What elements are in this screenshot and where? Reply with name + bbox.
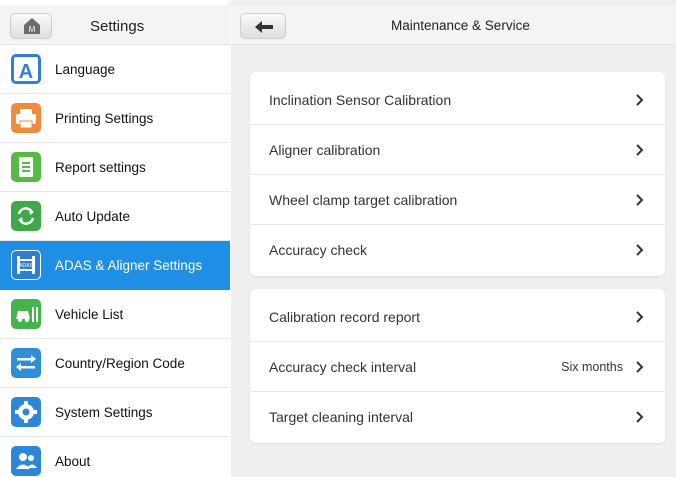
row-label: Inclination Sensor Calibration: [269, 92, 452, 108]
country-code-icon: [11, 348, 41, 378]
sidebar-item-label: Auto Update: [55, 209, 131, 224]
chevron-right-icon: [636, 411, 644, 423]
chevron-right-icon: [636, 94, 644, 106]
list-item-inclination-sensor-calibration[interactable]: Inclination Sensor Calibration: [250, 75, 665, 125]
sidebar-item-about[interactable]: About: [0, 437, 230, 477]
list-item-target-cleaning-interval[interactable]: Target cleaning interval: [250, 392, 665, 442]
sidebar-item-country-region-code[interactable]: Country/Region Code: [0, 339, 230, 388]
sidebar-item-label: Printing Settings: [55, 111, 154, 126]
report-icon: [11, 152, 41, 182]
chevron-right-icon: [636, 144, 644, 156]
row-value: Six months: [561, 360, 623, 374]
sidebar: M Settings A Language Printing Settings …: [0, 0, 230, 477]
sidebar-item-label: Language: [55, 62, 116, 77]
sidebar-item-adas-aligner-settings[interactable]: ADAS ADAS & Aligner Settings: [0, 241, 230, 290]
sidebar-item-report-settings[interactable]: Report settings: [0, 143, 230, 192]
chevron-right-icon: [636, 361, 644, 373]
chevron-right-icon: [636, 244, 644, 256]
list-item-wheel-clamp-target-calibration[interactable]: Wheel clamp target calibration: [250, 175, 665, 225]
row-label: Accuracy check: [269, 242, 368, 258]
gear-icon: [11, 397, 41, 427]
home-icon: M: [24, 18, 40, 34]
vehicle-list-icon: [11, 299, 41, 329]
about-icon: [11, 446, 41, 476]
sidebar-item-system-settings[interactable]: System Settings: [0, 388, 230, 437]
main-header: Maintenance & Service: [231, 5, 676, 45]
chevron-right-icon: [636, 311, 644, 323]
sidebar-item-label: Report settings: [55, 160, 146, 175]
sidebar-item-vehicle-list[interactable]: Vehicle List: [0, 290, 230, 339]
chevron-right-icon: [636, 194, 644, 206]
adas-icon: ADAS: [11, 250, 41, 280]
sidebar-header: M Settings: [0, 5, 230, 45]
sidebar-item-label: ADAS & Aligner Settings: [55, 258, 203, 273]
sidebar-item-auto-update[interactable]: Auto Update: [0, 192, 230, 241]
settings-group-records: Calibration record report Accuracy check…: [250, 289, 665, 443]
back-button[interactable]: [240, 13, 286, 39]
sidebar-item-label: About: [55, 454, 91, 469]
svg-text:M: M: [29, 25, 36, 34]
list-item-calibration-record-report[interactable]: Calibration record report: [250, 292, 665, 342]
language-icon: A: [11, 54, 41, 84]
home-button[interactable]: M: [10, 13, 52, 39]
row-label: Target cleaning interval: [269, 409, 413, 425]
svg-text:ADAS: ADAS: [19, 263, 33, 269]
sidebar-title: Settings: [90, 18, 145, 35]
list-item-aligner-calibration[interactable]: Aligner calibration: [250, 125, 665, 175]
row-label: Wheel clamp target calibration: [269, 192, 458, 208]
update-icon: [11, 201, 41, 231]
list-item-accuracy-check[interactable]: Accuracy check: [250, 225, 665, 275]
page-title: Maintenance & Service: [391, 18, 530, 33]
sidebar-item-label: Vehicle List: [55, 307, 124, 322]
sidebar-item-label: Country/Region Code: [55, 356, 185, 371]
printer-icon: [11, 103, 41, 133]
row-label: Aligner calibration: [269, 142, 381, 158]
sidebar-item-language[interactable]: A Language: [0, 45, 230, 94]
settings-group-calibration: Inclination Sensor Calibration Aligner c…: [250, 72, 665, 276]
back-arrow-icon: [255, 21, 273, 33]
svg-text:A: A: [19, 61, 33, 83]
row-label: Accuracy check interval: [269, 359, 417, 375]
sidebar-item-label: System Settings: [55, 405, 153, 420]
row-label: Calibration record report: [269, 309, 420, 325]
list-item-accuracy-check-interval[interactable]: Accuracy check interval Six months: [250, 342, 665, 392]
sidebar-item-printing-settings[interactable]: Printing Settings: [0, 94, 230, 143]
main-panel: Maintenance & Service Inclination Sensor…: [231, 0, 676, 477]
